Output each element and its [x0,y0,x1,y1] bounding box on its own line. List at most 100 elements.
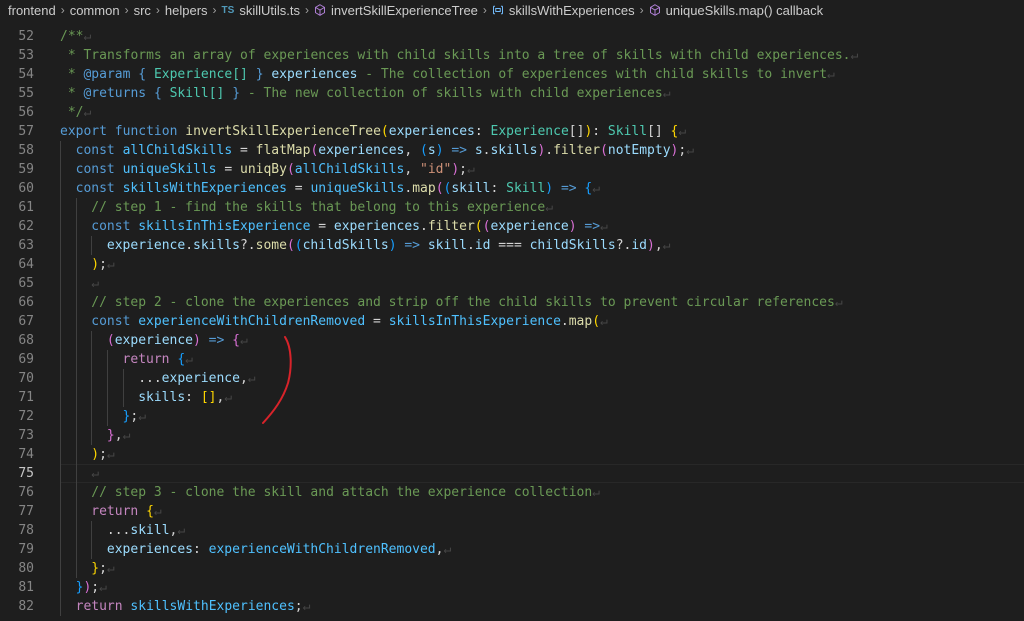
code-text: ...experience,↵ [138,371,256,386]
line-number: 78 [18,523,34,538]
line-number: 57 [18,124,34,139]
code-line[interactable]: 82 return skillsWithExperiences;↵ [0,597,1024,616]
code-text: const uniqueSkills = uniqBy(allChildSkil… [75,162,475,177]
eol-marker: ↵ [600,219,608,234]
code-line[interactable]: 58 const allChildSkills = flatMap(experie… [0,141,1024,160]
code-line[interactable]: 60 const skillsWithExperiences = uniqueSk… [0,179,1024,198]
eol-marker: ↵ [834,295,843,310]
code-line[interactable]: 54 * @param { Experience[] } experiences… [0,65,1024,84]
line-number: 68 [18,333,34,348]
code-editor[interactable]: frontend › common › src › helpers › TS skillUtils… [0,0,1024,621]
code-text: );↵ [91,257,115,272]
code-text: skills: [],↵ [138,390,233,405]
code-text: * @param { Experience[] } experiences - … [60,67,835,82]
line-number: 62 [18,219,34,234]
line-number: 82 [18,599,34,614]
eol-marker: ↵ [122,428,131,443]
code-line[interactable]: 56 */↵ [0,103,1024,122]
indent-guide [60,502,61,521]
indent-guide [75,483,77,502]
code-line[interactable]: 81});↵ [0,578,1024,597]
indent-guide [91,407,93,426]
eol-marker: ↵ [239,333,248,348]
indent-guide [60,445,61,464]
code-line[interactable]: 62 const skillsInThisExperience = experie… [0,217,1024,236]
line-number: 71 [18,390,34,405]
code-line[interactable]: 63 experience.skills?.some((childSkills) … [0,236,1024,255]
chevron-right-icon: › [155,3,160,17]
indent-guide [60,198,61,217]
code-line[interactable]: 61 // step 1 - find the skills that belon… [0,198,1024,217]
indent-guide [60,369,61,388]
code-text: /**↵ [60,29,92,44]
line-number: 65 [18,276,34,291]
code-text: (experience) => {↵ [106,333,248,348]
eol-marker: ↵ [592,181,601,196]
line-number: 54 [18,67,34,82]
chevron-right-icon: › [124,3,129,17]
code-text: * @returns { Skill[] } - The new collect… [60,86,671,101]
code-line[interactable]: 79 experiences: experienceWithChildrenRem… [0,540,1024,559]
code-line[interactable]: 76 // step 3 - clone the skill and attach… [0,483,1024,502]
code-line[interactable]: 77 return {↵ [0,502,1024,521]
indent-guide [60,312,61,331]
eol-marker: ↵ [686,143,695,158]
indent-guide [75,502,77,521]
code-line[interactable]: 55 * @returns { Skill[] } - The new coll… [0,84,1024,103]
breadcrumb-item[interactable]: invertSkillExperienceTree [314,3,478,18]
breadcrumb-item[interactable]: common [70,3,120,18]
code-line[interactable]: 64);↵ [0,255,1024,274]
code-line[interactable]: 78 ...skill,↵ [0,521,1024,540]
line-number: 75 [18,466,34,481]
breadcrumb-item[interactable]: helpers [165,3,208,18]
code-line[interactable]: 57 export function invertSkillExperienceT… [0,122,1024,141]
eol-marker: ↵ [850,48,859,63]
code-text: const experienceWithChildrenRemoved = sk… [91,314,608,329]
breadcrumb-label: frontend [8,2,56,18]
breadcrumb-item[interactable]: frontend [8,3,56,18]
code-text: ...skill,↵ [106,523,186,538]
code-line[interactable]: 75 ↵ [0,464,1024,483]
indent-guide [75,217,77,236]
indent-guide [91,388,93,407]
breadcrumb-item[interactable]: src [134,3,151,18]
eol-marker: ↵ [224,390,233,405]
code-line[interactable]: 80};↵ [0,559,1024,578]
code-line[interactable]: 74);↵ [0,445,1024,464]
code-line[interactable]: 73},↵ [0,426,1024,445]
line-number: 58 [18,143,34,158]
code-line[interactable]: 72};↵ [0,407,1024,426]
code-line[interactable]: 59 const uniqueSkills = uniqBy(allChildSk… [0,160,1024,179]
code-text: return {↵ [91,504,162,519]
chevron-right-icon: › [305,3,309,17]
code-line[interactable]: 71 skills: [],↵ [0,388,1024,407]
code-line[interactable]: 69 return {↵ [0,350,1024,369]
eol-marker: ↵ [106,447,115,462]
breadcrumb-label: skillUtils.ts [239,2,300,18]
code-line[interactable]: 53 * Transforms an array of experiences … [0,46,1024,65]
code-area[interactable]: 52 /**↵ 53 * Transforms an array of experi… [0,27,1024,616]
breadcrumb: frontend › common › src › helpers › TS skillUtils… [0,0,1024,20]
code-line[interactable]: 68 (experience) => {↵ [0,331,1024,350]
code-line[interactable]: 65 ↵ [0,274,1024,293]
indent-guide [60,160,61,179]
variable-field-icon [492,4,504,16]
eol-marker: ↵ [83,105,92,120]
indent-guide [75,198,77,217]
code-line[interactable]: 70 ...experience,↵ [0,369,1024,388]
indent-guide [60,578,61,597]
code-line[interactable]: 52 /**↵ [0,27,1024,46]
breadcrumb-item[interactable]: skillsWithExperiences [492,3,635,18]
breadcrumb-item[interactable]: TS skillUtils.ts [222,3,300,18]
code-line[interactable]: 67 const experienceWithChildrenRemoved = … [0,312,1024,331]
eol-marker: ↵ [106,561,115,576]
breadcrumb-item[interactable]: uniqueSkills.map() callback [649,3,823,18]
indent-guide [60,274,61,293]
indent-guide [91,426,93,445]
indent-guide [91,350,93,369]
line-number: 70 [18,371,34,386]
indent-guide [91,369,93,388]
code-text: ↵ [91,464,99,483]
code-text: // step 1 - find the skills that belong … [91,200,554,215]
code-line[interactable]: 66 // step 2 - clone the experiences and … [0,293,1024,312]
